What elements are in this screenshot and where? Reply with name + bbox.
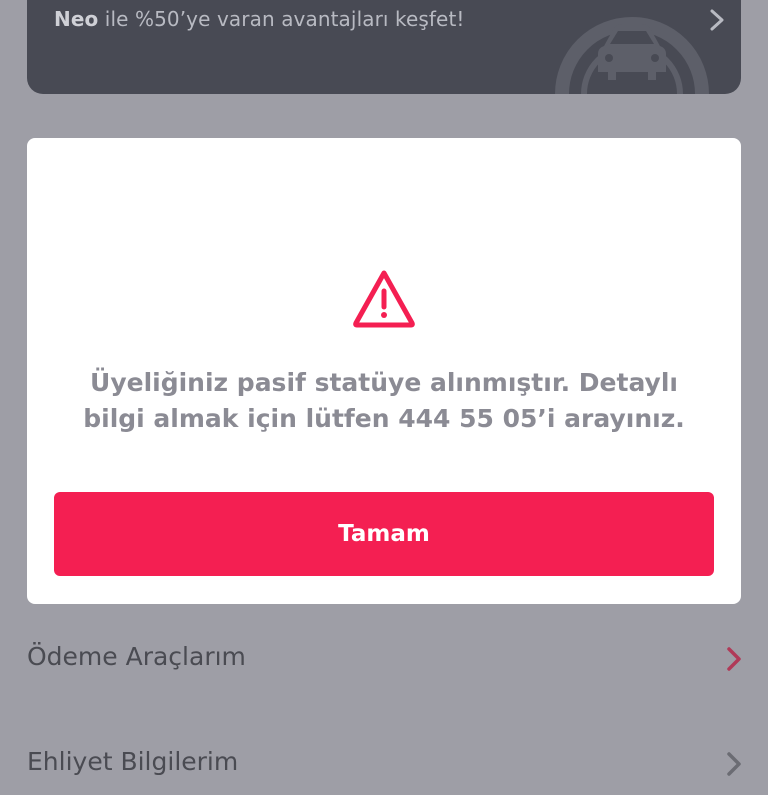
promo-brand: Neo <box>54 7 99 31</box>
chevron-right-icon <box>727 752 741 776</box>
chevron-right-icon <box>710 9 724 31</box>
menu-item-license-info[interactable]: Ehliyet Bilgilerim <box>0 735 768 795</box>
chevron-right-icon <box>727 647 741 671</box>
ok-button[interactable]: Tamam <box>54 492 714 576</box>
promo-description: ile %50’ye varan avantajları keşfet! <box>98 7 465 31</box>
promo-banner[interactable]: Neo ile %50’ye varan avantajları keşfet! <box>27 0 741 94</box>
menu-item-label: Ödeme Araçlarım <box>27 642 246 671</box>
car-gauge-icon <box>555 17 709 94</box>
dialog-message: Üyeliğiniz pasif statüye alınmıştır. Det… <box>83 368 685 433</box>
menu-item-payment-methods[interactable]: Ödeme Araçlarım <box>0 630 768 690</box>
warning-triangle-icon <box>353 270 415 328</box>
menu-item-label: Ehliyet Bilgilerim <box>27 747 239 776</box>
inactive-membership-dialog: Üyeliğiniz pasif statüye alınmıştır. Det… <box>27 138 741 604</box>
promo-text: Neo ile %50’ye varan avantajları keşfet! <box>54 7 465 31</box>
